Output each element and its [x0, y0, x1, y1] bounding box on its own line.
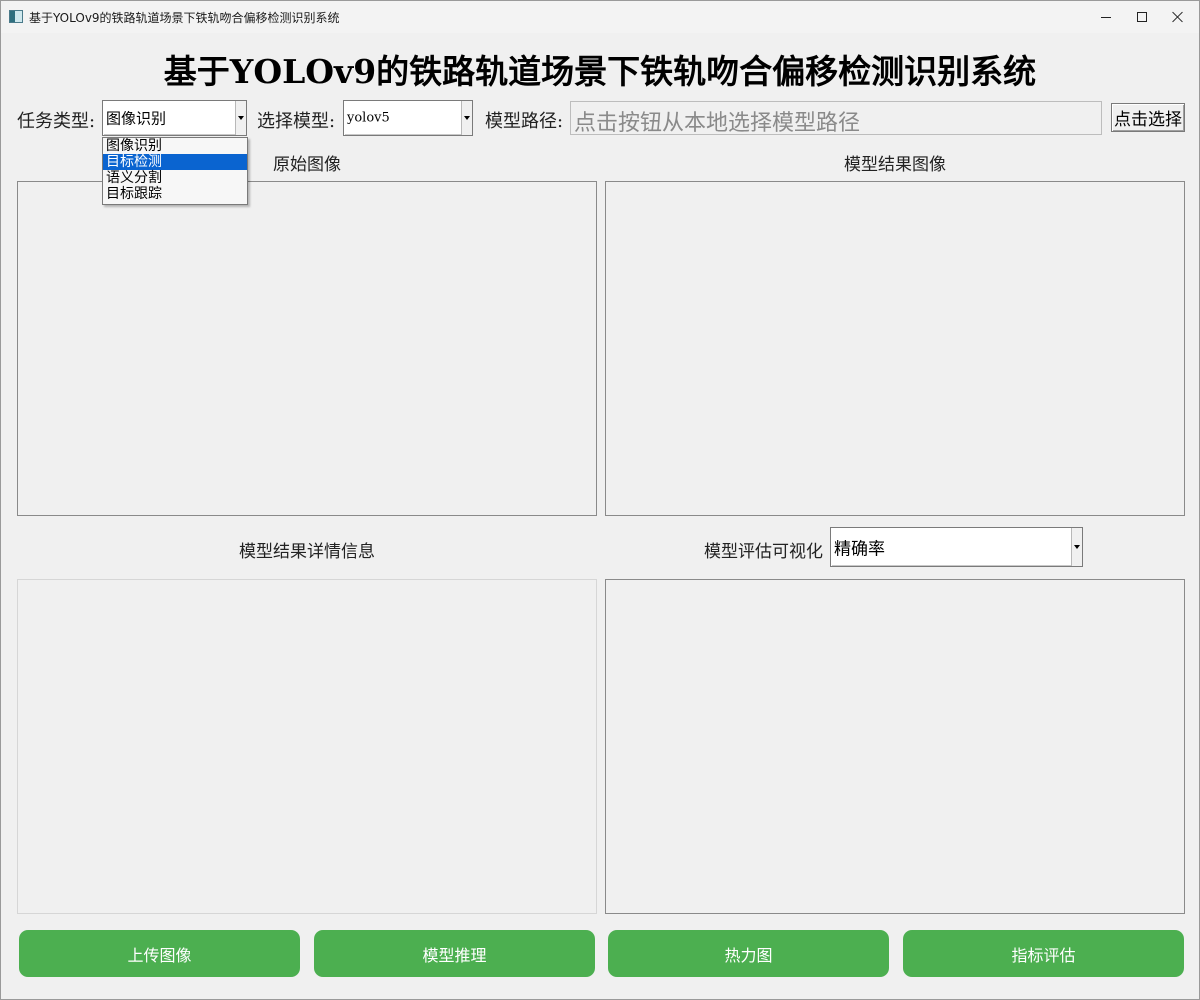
window-title: 基于YOLOv9的铁路轨道场景下铁轨吻合偏移检测识别系统 [29, 11, 340, 25]
model-select-label: 选择模型: [257, 111, 336, 132]
eval-visual-caption: 模型评估可视化 [704, 542, 823, 562]
app-icon [9, 10, 23, 23]
evaluate-metrics-button[interactable]: 指标评估 [903, 930, 1184, 977]
dropdown-item-image-recognition[interactable]: 图像识别 [103, 138, 247, 154]
model-path-label: 模型路径: [485, 111, 564, 132]
minimize-icon [1101, 16, 1111, 18]
app-window: 基于YOLOv9的铁路轨道场景下铁轨吻合偏移检测识别系统 基于YOLOv9的铁路… [0, 0, 1200, 1000]
result-details-panel [17, 579, 597, 914]
model-inference-button[interactable]: 模型推理 [314, 930, 595, 977]
title-bar: 基于YOLOv9的铁路轨道场景下铁轨吻合偏移检测识别系统 [1, 1, 1199, 33]
dropdown-item-object-detection[interactable]: 目标检测 [103, 154, 247, 170]
close-icon [1172, 11, 1184, 23]
eval-metric-value: 精确率 [834, 539, 885, 560]
model-select-value: yolov5 [347, 110, 390, 126]
chevron-down-icon[interactable] [461, 101, 472, 135]
close-button[interactable] [1155, 1, 1200, 33]
upload-image-button[interactable]: 上传图像 [19, 930, 300, 977]
original-image-panel [17, 181, 597, 516]
eval-metric-select[interactable]: 精确率 [830, 527, 1083, 567]
chevron-down-icon[interactable] [235, 101, 246, 135]
page-title: 基于YOLOv9的铁路轨道场景下铁轨吻合偏移检测识别系统 [163, 52, 1037, 91]
model-path-input[interactable]: 点击按钮从本地选择模型路径 [570, 101, 1102, 135]
chevron-down-icon[interactable] [1071, 528, 1082, 566]
eval-visual-panel [605, 579, 1185, 914]
task-type-value: 图像识别 [106, 109, 167, 128]
maximize-icon [1137, 12, 1147, 22]
dropdown-item-object-tracking[interactable]: 目标跟踪 [103, 186, 247, 202]
dropdown-item-semantic-segmentation[interactable]: 语义分割 [103, 170, 247, 186]
model-select[interactable]: yolov5 [343, 100, 473, 136]
heatmap-button[interactable]: 热力图 [608, 930, 889, 977]
select-model-path-button[interactable]: 点击选择 [1111, 103, 1185, 132]
result-image-panel [605, 181, 1185, 516]
result-details-caption: 模型结果详情信息 [239, 542, 375, 562]
result-image-caption: 模型结果图像 [844, 155, 946, 175]
task-type-dropdown-list: 图像识别 目标检测 语义分割 目标跟踪 [102, 137, 248, 205]
task-type-select[interactable]: 图像识别 [102, 100, 247, 136]
task-type-label: 任务类型: [17, 111, 96, 132]
